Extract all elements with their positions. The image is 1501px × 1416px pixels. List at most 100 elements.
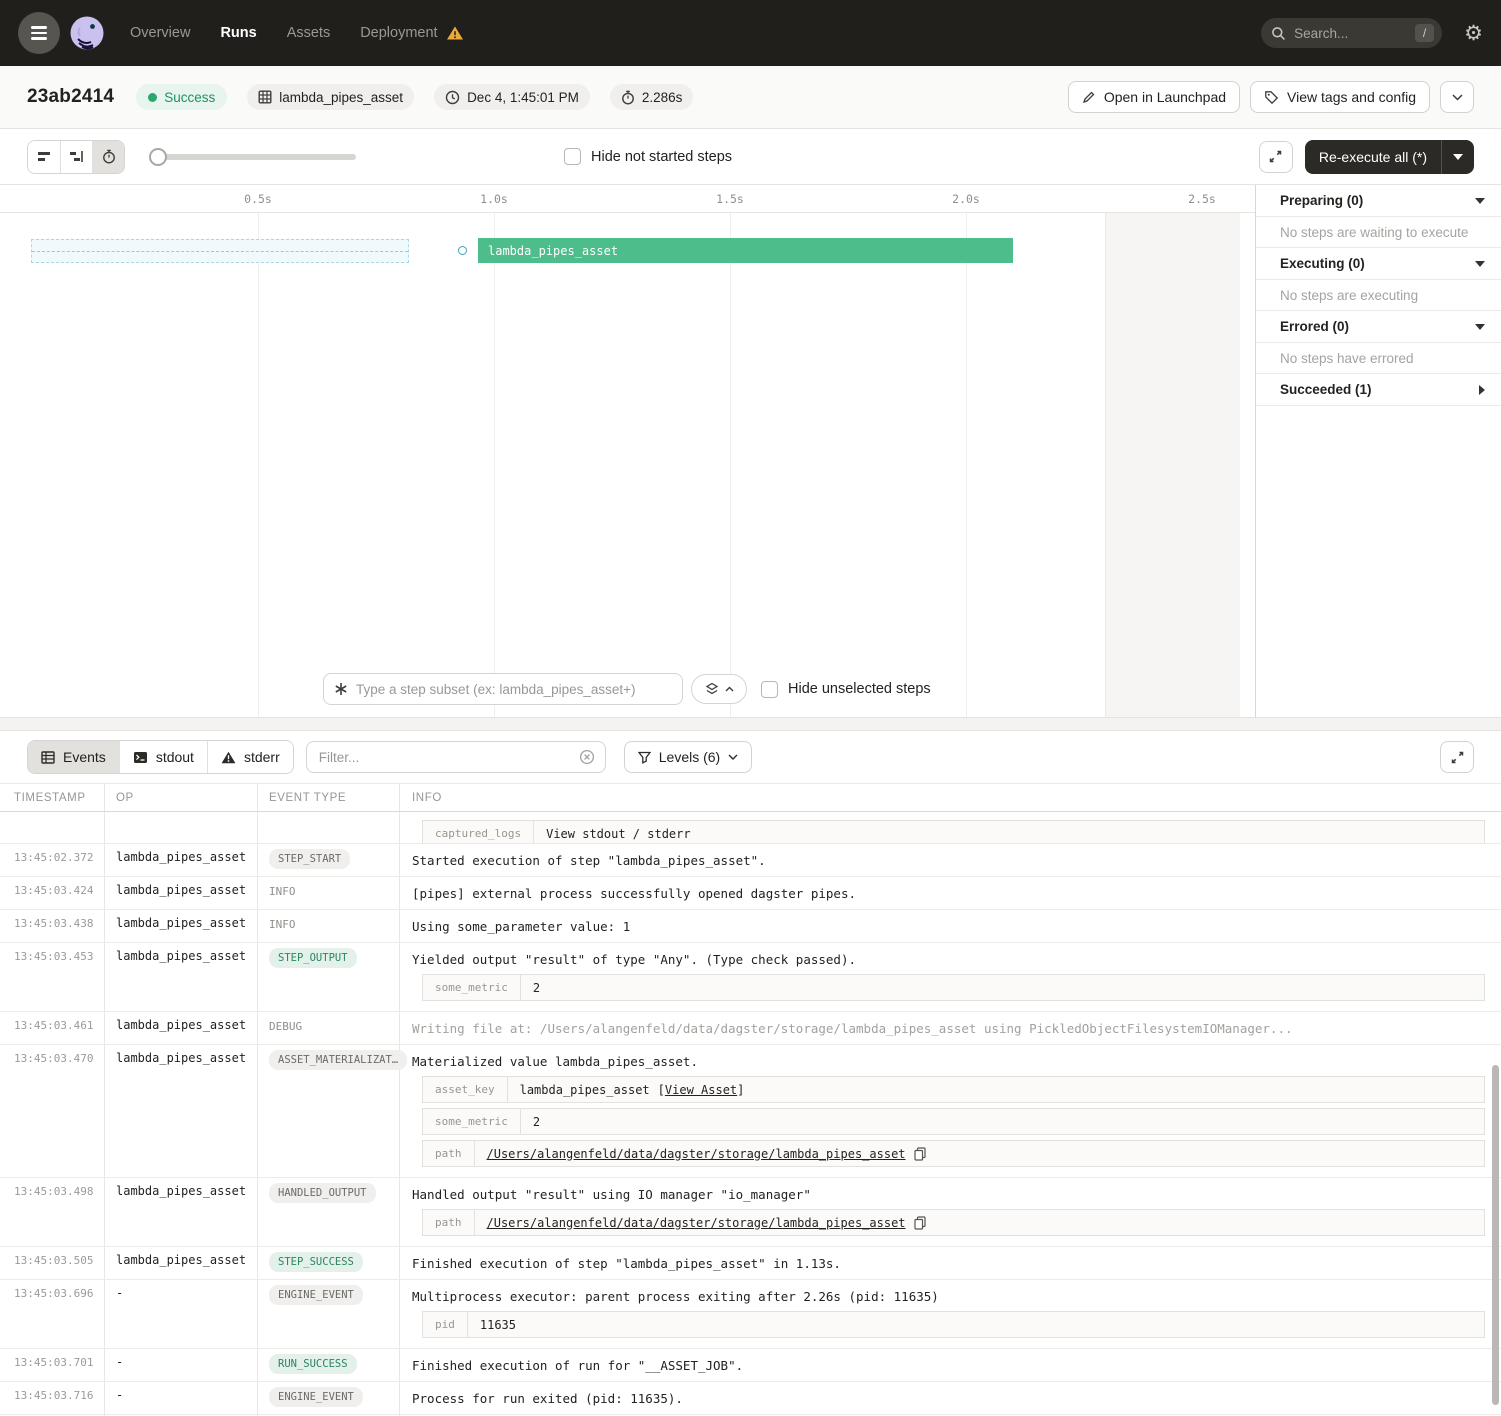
caret-down-icon[interactable] (1475, 198, 1485, 204)
gantt-status-sidebar: Preparing (0)No steps are waiting to exe… (1255, 185, 1501, 717)
re-execute-all-button[interactable]: Re-execute all (*) (1305, 149, 1441, 165)
dagster-logo-icon[interactable] (68, 14, 106, 52)
log-table-row[interactable]: 13:45:02.372lambda_pipes_assetSTEP_START… (0, 844, 1501, 877)
log-op: - (105, 1349, 258, 1381)
log-table-row[interactable]: 13:45:03.505lambda_pipes_assetSTEP_SUCCE… (0, 1247, 1501, 1280)
tab-stderr[interactable]: stderr (207, 741, 293, 773)
gear-icon[interactable]: ⚙ (1464, 23, 1483, 44)
timeline-tick-label: 2.0s (952, 192, 980, 206)
copy-button[interactable] (914, 1147, 926, 1161)
stopwatch-icon (621, 90, 635, 105)
sidebar-section-header[interactable]: Executing (0) (1256, 248, 1501, 280)
event-type-badge: ENGINE_EVENT (269, 1285, 363, 1305)
metadata-path-link[interactable]: /Users/alangenfeld/data/dagster/storage/… (487, 1147, 906, 1161)
panel-divider[interactable] (0, 717, 1501, 731)
run-header-more-button[interactable] (1440, 81, 1474, 113)
caret-right-icon[interactable] (1479, 385, 1485, 395)
step-query-apply-button[interactable] (691, 674, 747, 704)
log-filter-wrap (306, 741, 606, 773)
asset-tag[interactable]: lambda_pipes_asset (247, 84, 414, 110)
waterfall-view-button[interactable] (60, 141, 92, 173)
caret-down-icon[interactable] (1475, 324, 1485, 330)
log-fullscreen-button[interactable] (1440, 741, 1474, 773)
log-table-row[interactable]: captured_logs View stdout / stderr (0, 812, 1501, 844)
nav-item-overview[interactable]: Overview (130, 25, 190, 41)
log-info-text: Process for run exited (pid: 11635). (412, 1388, 1489, 1408)
log-filter-input[interactable] (319, 750, 571, 765)
log-op: lambda_pipes_asset (105, 1045, 258, 1177)
log-table-row[interactable]: 13:45:03.716-ENGINE_EVENTProcess for run… (0, 1382, 1501, 1415)
log-table-row[interactable]: 13:45:03.461lambda_pipes_assetDEBUGWriti… (0, 1012, 1501, 1045)
hide-not-started-checkbox[interactable] (564, 148, 581, 165)
levels-dropdown-button[interactable]: Levels (6) (624, 741, 752, 773)
hide-unselected-checkbox[interactable] (761, 681, 778, 698)
scrollbar-thumb[interactable] (1492, 1065, 1499, 1405)
tab-stdout[interactable]: stdout (119, 741, 207, 773)
event-type-badge: RUN_SUCCESS (269, 1354, 357, 1374)
re-execute-options-button[interactable] (1442, 154, 1474, 160)
metadata-path-link[interactable]: /Users/alangenfeld/data/dagster/storage/… (487, 1216, 906, 1230)
copy-icon[interactable] (914, 1147, 926, 1161)
nav-item-assets[interactable]: Assets (287, 25, 331, 41)
metadata-key: some_metric (423, 975, 521, 1000)
timeline-tick-label: 2.5s (1188, 192, 1216, 206)
timed-view-button[interactable] (92, 141, 124, 173)
column-header-event-type[interactable]: EVENT TYPE (258, 784, 400, 811)
column-header-timestamp[interactable]: TIMESTAMP (0, 784, 105, 811)
sidebar-section-header[interactable]: Preparing (0) (1256, 185, 1501, 217)
log-table-row[interactable]: 13:45:03.470lambda_pipes_assetASSET_MATE… (0, 1045, 1501, 1178)
gantt-fullscreen-button[interactable] (1259, 141, 1293, 173)
view-asset-link[interactable]: View Asset (665, 1083, 737, 1097)
metadata-key: captured_logs (423, 821, 534, 844)
hamburger-menu-button[interactable] (18, 12, 60, 54)
flat-view-button[interactable] (28, 141, 60, 173)
log-table-row[interactable]: 13:45:03.438lambda_pipes_assetINFOUsing … (0, 910, 1501, 943)
clear-filter-icon[interactable] (579, 749, 595, 765)
log-table-row[interactable]: 13:45:03.701-RUN_SUCCESSFinished executi… (0, 1349, 1501, 1382)
gantt-step-bar[interactable]: lambda_pipes_asset (478, 238, 1013, 263)
log-table-row[interactable]: 13:45:03.424lambda_pipes_assetINFO[pipes… (0, 877, 1501, 910)
log-event-type: ASSET_MATERIALIZAT… (258, 1045, 400, 1177)
log-info-text: Yielded output "result" of type "Any". (… (412, 949, 1489, 969)
expand-icon (1450, 750, 1465, 765)
metadata-text: 2 (533, 981, 540, 995)
copy-icon[interactable] (914, 1216, 926, 1230)
timeline-tick-label: 1.5s (716, 192, 744, 206)
log-table-row[interactable]: 13:45:03.453lambda_pipes_assetSTEP_OUTPU… (0, 943, 1501, 1012)
log-timestamp: 13:45:03.438 (0, 910, 105, 942)
hide-not-started-checkbox-row[interactable]: Hide not started steps (564, 148, 732, 165)
nav-item-deployment[interactable]: Deployment (360, 25, 463, 41)
log-table-row[interactable]: 13:45:03.696-ENGINE_EVENTMultiprocess ex… (0, 1280, 1501, 1349)
caret-down-icon[interactable] (1475, 261, 1485, 267)
metadata-text: 2 (533, 1115, 540, 1129)
gantt-waiting-segment (31, 239, 409, 263)
log-table-body: captured_logs View stdout / stderr 13:45:0… (0, 812, 1501, 1416)
open-in-launchpad-button[interactable]: Open in Launchpad (1068, 81, 1240, 113)
log-info: Finished execution of run for "__ASSET_J… (400, 1349, 1501, 1381)
step-subset-input[interactable] (356, 682, 672, 697)
log-event-type: DEBUG (258, 1012, 400, 1044)
log-event-type: ENGINE_EVENT (258, 1382, 400, 1414)
metadata-table: some_metric 2 (422, 974, 1485, 1001)
search-input[interactable]: Search... / (1261, 18, 1442, 48)
zoom-slider-handle[interactable] (149, 148, 167, 166)
hide-unselected-checkbox-row[interactable]: Hide unselected steps (761, 681, 931, 698)
gantt-toolbar: Hide not started steps Re-execute all (*… (0, 129, 1501, 185)
metadata-value: /Users/alangenfeld/data/dagster/storage/… (475, 1141, 1485, 1166)
zoom-slider[interactable] (149, 148, 356, 166)
gantt-chart: 0.5s1.0s1.5s2.0s2.5s lambda_pipes_asset (0, 185, 1255, 717)
zoom-slider-track[interactable] (149, 154, 356, 160)
metadata-text: View stdout / stderr (546, 827, 691, 841)
log-info: Started execution of step "lambda_pipes_… (400, 844, 1501, 876)
metadata-value: 11635 (468, 1312, 1484, 1337)
nav-item-runs[interactable]: Runs (220, 25, 256, 41)
tab-events[interactable]: Events (28, 741, 119, 773)
sidebar-section-header[interactable]: Succeeded (1) (1256, 374, 1501, 406)
event-type-badge: STEP_OUTPUT (269, 948, 357, 968)
view-tags-config-button[interactable]: View tags and config (1250, 81, 1430, 113)
column-header-op[interactable]: OP (105, 784, 258, 811)
sidebar-section-header[interactable]: Errored (0) (1256, 311, 1501, 343)
copy-button[interactable] (914, 1216, 926, 1230)
sidebar-section-message: No steps are waiting to execute (1256, 217, 1501, 248)
log-table-row[interactable]: 13:45:03.498lambda_pipes_assetHANDLED_OU… (0, 1178, 1501, 1247)
